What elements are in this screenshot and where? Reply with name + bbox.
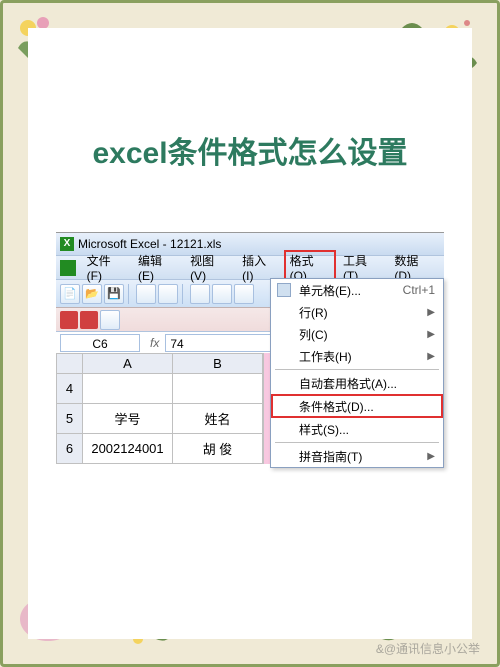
dropdown-sheet[interactable]: 工作表(H) ▶ <box>271 345 443 367</box>
print-button[interactable] <box>136 284 156 304</box>
dropdown-row-label: 行(R) <box>299 304 328 321</box>
paste-button[interactable] <box>234 284 254 304</box>
submenu-arrow-icon: ▶ <box>427 451 435 462</box>
dropdown-cells-label: 单元格(E)... <box>299 282 361 299</box>
row-header-5[interactable]: 5 <box>57 404 83 434</box>
tool-button[interactable] <box>100 310 120 330</box>
dropdown-separator <box>275 369 439 370</box>
excel-screenshot: Microsoft Excel - 12121.xls 文件(F) 编辑(E) … <box>56 232 444 464</box>
dropdown-separator <box>275 442 439 443</box>
toolbar-separator <box>182 284 186 304</box>
watermark: &@通讯信息小公举 <box>376 640 480 657</box>
dropdown-column-label: 列(C) <box>299 326 328 343</box>
dropdown-autoformat[interactable]: 自动套用格式(A)... <box>271 372 443 394</box>
dropdown-cells[interactable]: 单元格(E)... Ctrl+1 <box>271 279 443 301</box>
cell-b5[interactable]: 姓名 <box>173 404 263 434</box>
dropdown-conditional-label: 条件格式(D)... <box>299 398 374 415</box>
cell-b4[interactable] <box>173 374 263 404</box>
toolbar-separator <box>128 284 132 304</box>
menu-edit[interactable]: 编辑(E) <box>132 250 183 285</box>
row-header-4[interactable]: 4 <box>57 374 83 404</box>
new-button[interactable] <box>60 284 80 304</box>
cell-a5[interactable]: 学号 <box>83 404 173 434</box>
cell-a4[interactable] <box>83 374 173 404</box>
dropdown-row[interactable]: 行(R) ▶ <box>271 301 443 323</box>
submenu-arrow-icon: ▶ <box>427 329 435 340</box>
row-header-6[interactable]: 6 <box>57 434 83 464</box>
menubar: 文件(F) 编辑(E) 视图(V) 插入(I) 格式(O) 工具(T) 数据(D… <box>56 255 444 279</box>
pdf-icon[interactable] <box>80 311 98 329</box>
dropdown-style-label: 样式(S)... <box>299 421 349 438</box>
select-all-corner[interactable] <box>57 354 83 374</box>
excel-app-icon <box>60 237 74 251</box>
submenu-arrow-icon: ▶ <box>427 307 435 318</box>
format-dropdown-menu: 单元格(E)... Ctrl+1 行(R) ▶ 列(C) ▶ 工作表(H) ▶ … <box>270 278 444 468</box>
name-box[interactable]: C6 <box>60 334 140 352</box>
excel-logo-icon <box>60 260 76 276</box>
cells-icon <box>277 283 291 297</box>
cell-b6[interactable]: 胡 俊 <box>173 434 263 464</box>
dropdown-phonetic[interactable]: 拼音指南(T) ▶ <box>271 445 443 467</box>
window-title: Microsoft Excel - 12121.xls <box>78 237 221 251</box>
submenu-arrow-icon: ▶ <box>427 351 435 362</box>
cut-button[interactable] <box>190 284 210 304</box>
cell-a6[interactable]: 2002124001 <box>83 434 173 464</box>
dropdown-conditional-format[interactable]: 条件格式(D)... <box>271 394 443 418</box>
pdf-icon[interactable] <box>60 311 78 329</box>
dropdown-phonetic-label: 拼音指南(T) <box>299 448 362 465</box>
save-button[interactable] <box>104 284 124 304</box>
content-card: excel条件格式怎么设置 Microsoft Excel - 12121.xl… <box>28 28 472 639</box>
dropdown-sheet-label: 工作表(H) <box>299 348 352 365</box>
preview-button[interactable] <box>158 284 178 304</box>
shortcut-label: Ctrl+1 <box>403 283 435 297</box>
open-button[interactable] <box>82 284 102 304</box>
dropdown-autoformat-label: 自动套用格式(A)... <box>299 375 397 392</box>
copy-button[interactable] <box>212 284 232 304</box>
dropdown-style[interactable]: 样式(S)... <box>271 418 443 440</box>
menu-view[interactable]: 视图(V) <box>184 250 235 285</box>
fx-icon[interactable]: fx <box>144 336 165 350</box>
menu-file[interactable]: 文件(F) <box>81 250 131 285</box>
column-header-b[interactable]: B <box>173 354 263 374</box>
dropdown-column[interactable]: 列(C) ▶ <box>271 323 443 345</box>
page-title: excel条件格式怎么设置 <box>92 128 407 172</box>
column-header-a[interactable]: A <box>83 354 173 374</box>
